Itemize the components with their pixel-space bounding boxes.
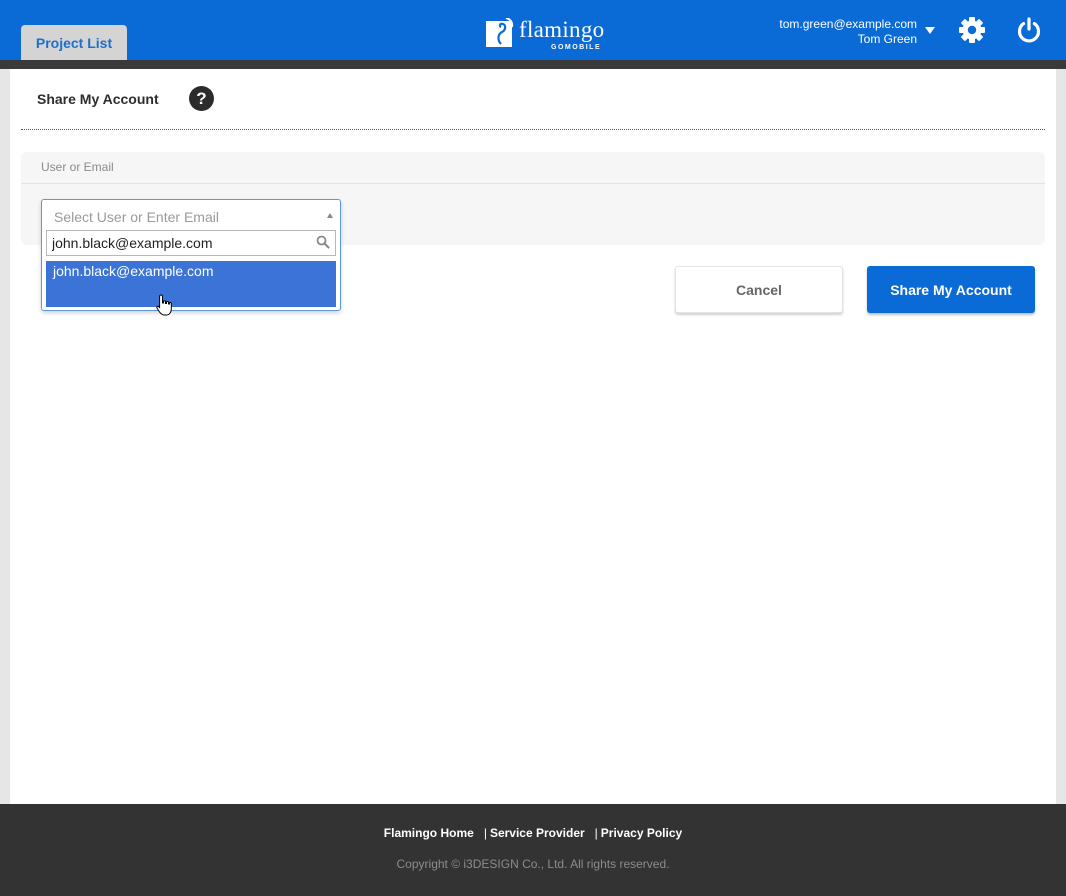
user-menu-caret-icon[interactable] xyxy=(925,27,935,34)
footer-separator: | xyxy=(594,826,598,840)
footer-link-service-provider[interactable]: Service Provider xyxy=(490,826,585,840)
dropdown-option-john-black[interactable]: john.black@example.com xyxy=(46,261,336,307)
user-email: tom.green@example.com xyxy=(779,17,917,31)
footer xyxy=(0,804,1066,896)
footer-separator: | xyxy=(483,826,487,840)
user-name: Tom Green xyxy=(857,32,917,46)
form-divider xyxy=(21,183,1045,184)
share-my-account-button[interactable]: Share My Account xyxy=(867,266,1035,313)
page-title: Share My Account xyxy=(37,91,159,107)
gear-icon[interactable] xyxy=(958,16,986,44)
logo-subtext: GOMOBILE xyxy=(551,44,602,51)
title-divider xyxy=(21,129,1045,130)
tab-project-list[interactable]: Project List xyxy=(21,25,127,60)
flamingo-logo[interactable]: flamingo GOMOBILE xyxy=(486,16,610,54)
hand-cursor-icon xyxy=(156,294,172,316)
flamingo-logo-icon xyxy=(486,18,514,47)
footer-link-flamingo-home[interactable]: Flamingo Home xyxy=(384,826,474,840)
copyright-text: Copyright © i3DESIGN Co., Ltd. All right… xyxy=(396,857,670,871)
header-shadow-strip xyxy=(0,60,1066,69)
user-menu[interactable]: tom.green@example.com Tom Green xyxy=(779,17,917,47)
power-icon[interactable] xyxy=(1015,16,1043,44)
footer-link-privacy-policy[interactable]: Privacy Policy xyxy=(601,826,682,840)
footer-links: Flamingo Home | Service Provider | Privacy P… xyxy=(0,826,1066,840)
cancel-button[interactable]: Cancel xyxy=(675,266,843,313)
user-search-input[interactable] xyxy=(46,230,336,256)
user-or-email-label: User or Email xyxy=(41,160,114,174)
user-select-placeholder[interactable]: Select User or Enter Email xyxy=(54,209,219,225)
search-icon[interactable] xyxy=(316,235,330,249)
dropdown-arrow-up-icon[interactable] xyxy=(327,213,333,218)
help-icon[interactable]: ? xyxy=(189,86,214,111)
logo-wordmark: flamingo xyxy=(519,17,605,42)
